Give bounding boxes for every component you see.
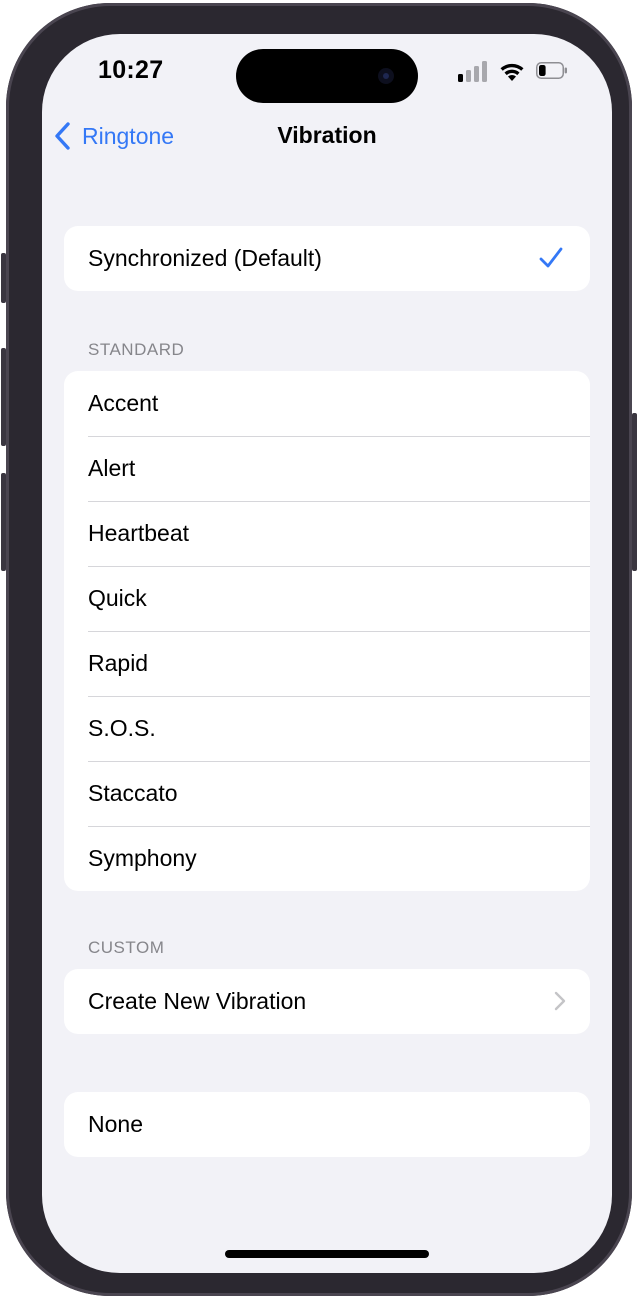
section-header-custom: CUSTOM	[88, 938, 165, 957]
navigation-bar: Ringtone Vibration	[42, 112, 612, 162]
create-new-vibration-button[interactable]: Create New Vibration	[64, 969, 590, 1034]
screen: 10:27 Ringtone Vibration Synchronized (D…	[42, 34, 612, 1273]
option-label: Synchronized (Default)	[88, 245, 322, 271]
battery-fill	[539, 65, 546, 76]
signal-bar	[474, 66, 479, 82]
vibration-option-sos[interactable]: S.O.S.	[64, 696, 590, 761]
option-label: Rapid	[88, 650, 149, 676]
action-button	[1, 253, 6, 303]
signal-bar	[458, 74, 463, 82]
vibration-option-none[interactable]: None	[64, 1092, 590, 1157]
volume-up-button	[1, 348, 6, 446]
option-label: Symphony	[88, 845, 197, 871]
volume-down-button	[1, 473, 6, 571]
vibration-option-rapid[interactable]: Rapid	[64, 631, 590, 696]
status-time: 10:27	[98, 56, 164, 84]
option-label: S.O.S.	[88, 715, 156, 741]
cellular-signal-icon	[458, 60, 488, 82]
vibration-option-accent[interactable]: Accent	[64, 371, 590, 436]
signal-bar	[482, 61, 487, 82]
camera-icon	[378, 68, 394, 84]
vibration-option-staccato[interactable]: Staccato	[64, 761, 590, 826]
standard-vibrations-group: Accent Alert Heartbeat Quick Rapid S.O.S…	[64, 371, 590, 891]
option-label: Heartbeat	[88, 520, 190, 546]
custom-vibrations-group: Create New Vibration	[64, 969, 590, 1034]
option-label: Staccato	[88, 780, 178, 806]
option-label: Accent	[88, 390, 159, 416]
option-label: Create New Vibration	[88, 988, 307, 1014]
option-label: Quick	[88, 585, 147, 611]
default-vibration-group: Synchronized (Default)	[64, 226, 590, 291]
option-label: None	[88, 1111, 143, 1137]
phone-frame: 10:27 Ringtone Vibration Synchronized (D…	[1, 3, 637, 1296]
signal-bar	[466, 70, 471, 82]
chevron-right-icon	[554, 991, 566, 1011]
vibration-option-synchronized[interactable]: Synchronized (Default)	[64, 226, 590, 291]
power-button	[632, 413, 637, 571]
battery-icon	[536, 62, 567, 79]
wifi-icon	[500, 63, 524, 81]
vibration-option-quick[interactable]: Quick	[64, 566, 590, 631]
dynamic-island	[236, 49, 418, 103]
section-header-standard: STANDARD	[88, 340, 185, 359]
vibration-option-heartbeat[interactable]: Heartbeat	[64, 501, 590, 566]
page-title: Vibration	[277, 122, 377, 148]
vibration-option-symphony[interactable]: Symphony	[64, 826, 590, 891]
none-vibration-group: None	[64, 1092, 590, 1157]
checkmark-icon	[539, 247, 563, 268]
home-indicator[interactable]	[225, 1250, 429, 1258]
vibration-option-alert[interactable]: Alert	[64, 436, 590, 501]
option-label: Alert	[88, 455, 136, 481]
